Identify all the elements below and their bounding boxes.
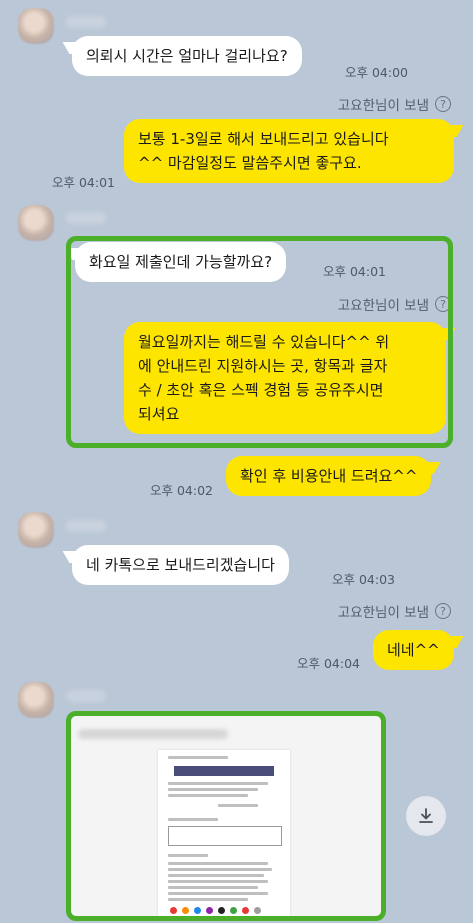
sent-by-note: 고요한님이 보냄 ? bbox=[338, 94, 451, 114]
message-bubble-outgoing[interactable]: 네네^^ bbox=[373, 630, 454, 670]
sent-by-label: 고요한님이 보냄 bbox=[337, 98, 429, 114]
download-icon bbox=[419, 808, 433, 823]
highlight-box bbox=[66, 236, 453, 448]
sender-name-blurred bbox=[66, 212, 106, 224]
message-time: 오후 04:00 bbox=[345, 65, 408, 80]
message-bubble-outgoing[interactable]: 확인 후 비용안내 드려요^^ bbox=[226, 456, 432, 496]
message-time: 오후 04:01 bbox=[52, 175, 115, 190]
message-time: 오후 04:03 bbox=[332, 572, 395, 587]
help-icon[interactable]: ? bbox=[435, 96, 451, 112]
download-button[interactable] bbox=[406, 796, 446, 836]
avatar[interactable] bbox=[18, 205, 54, 241]
message-bubble-incoming[interactable]: 의뢰시 시간은 얼마나 걸리나요? bbox=[72, 36, 302, 76]
avatar[interactable] bbox=[18, 8, 54, 44]
message-bubble-outgoing[interactable]: 보통 1-3일로 해서 보내드리고 있습니다 ^^ 마감일정도 말씀주시면 좋구… bbox=[124, 119, 454, 183]
sent-by-note: 고요한님이 보냄 ? bbox=[338, 601, 451, 621]
highlight-box bbox=[66, 711, 386, 921]
help-icon[interactable]: ? bbox=[435, 603, 451, 619]
message-bubble-incoming[interactable]: 네 카톡으로 보내드리겠습니다 bbox=[72, 545, 289, 585]
sender-name-blurred bbox=[66, 690, 106, 702]
message-time: 오후 04:02 bbox=[150, 483, 213, 498]
sender-name-blurred bbox=[66, 520, 106, 532]
sent-by-label: 고요한님이 보냄 bbox=[337, 605, 429, 621]
message-time: 오후 04:04 bbox=[297, 656, 360, 671]
sender-name-blurred bbox=[66, 16, 106, 28]
avatar[interactable] bbox=[18, 682, 54, 718]
avatar[interactable] bbox=[18, 512, 54, 548]
